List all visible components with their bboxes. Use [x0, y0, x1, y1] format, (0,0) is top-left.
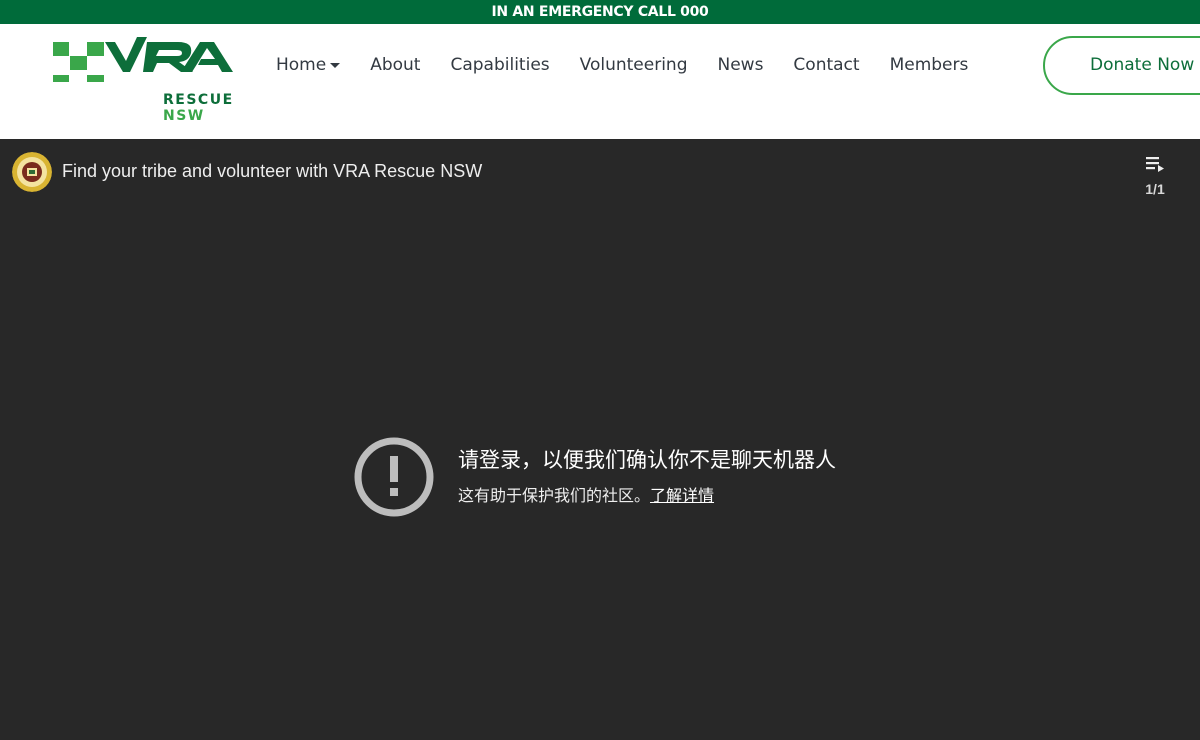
- nav-members[interactable]: Members: [890, 55, 969, 75]
- logo-subtitle: RESCUE NSW: [163, 92, 243, 124]
- emergency-banner: IN AN EMERGENCY CALL 000: [0, 0, 1200, 24]
- logo-sub-nsw: NSW: [163, 108, 205, 124]
- learn-more-link[interactable]: 了解详情: [650, 486, 714, 505]
- playlist-button[interactable]: 1/1: [1140, 153, 1170, 199]
- main-nav: Home About Capabilities Volunteering New…: [276, 54, 998, 76]
- logo-sub-rescue: RESCUE: [163, 92, 234, 108]
- nav-home-label: Home: [276, 55, 327, 75]
- logo-mark-icon: [53, 37, 233, 89]
- nav-capabilities[interactable]: Capabilities: [450, 55, 549, 75]
- video-player[interactable]: Find your tribe and volunteer with VRA R…: [0, 139, 1200, 740]
- nav-home[interactable]: Home: [276, 55, 341, 75]
- vra-rescue-logo[interactable]: RESCUE NSW: [53, 37, 243, 124]
- nav-volunteering[interactable]: Volunteering: [580, 55, 688, 75]
- playlist-count: 1/1: [1145, 181, 1165, 197]
- donate-now-button[interactable]: Donate Now: [1043, 36, 1200, 95]
- channel-avatar[interactable]: [12, 152, 52, 192]
- site-header: RESCUE NSW Home About Capabilities Volun…: [0, 24, 1200, 139]
- channel-emblem-icon: [12, 152, 52, 192]
- sign-in-prompt-text: 这有助于保护我们的社区。: [458, 486, 651, 505]
- alert-icon: [354, 437, 434, 517]
- video-title[interactable]: Find your tribe and volunteer with VRA R…: [62, 161, 482, 182]
- caret-down-icon: [330, 62, 341, 68]
- nav-about[interactable]: About: [370, 55, 420, 75]
- nav-contact[interactable]: Contact: [793, 55, 859, 75]
- sign-in-prompt-subtitle: 这有助于保护我们的社区。了解详情: [458, 482, 714, 506]
- playlist-icon: [1146, 157, 1164, 172]
- sign-in-prompt-title: 请登录，以便我们确认你不是聊天机器人: [458, 448, 836, 472]
- nav-news[interactable]: News: [717, 55, 763, 75]
